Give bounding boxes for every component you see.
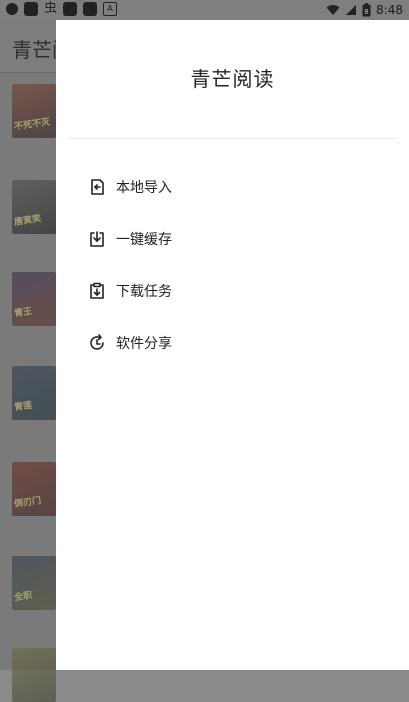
menu-item-local-import[interactable]: 本地导入 <box>56 161 409 213</box>
book-cover-title: 不死不灭 <box>13 117 51 133</box>
signal-icon <box>346 5 357 15</box>
status-bar: 虫 A 8 8:48 <box>0 0 409 20</box>
drawer-title: 青芒阅读 <box>190 66 275 91</box>
import-icon <box>86 176 108 198</box>
book-cover-title: 唐寅笑 <box>13 214 42 228</box>
font-badge-icon: A <box>103 2 118 16</box>
app-notification-icon <box>63 2 78 16</box>
drawer-menu: 本地导入 一键缓存 下载任务 软件分享 <box>56 161 409 369</box>
menu-item-label: 本地导入 <box>116 180 172 196</box>
menu-item-share-app[interactable]: 软件分享 <box>56 317 409 369</box>
shield-icon <box>6 3 18 15</box>
book-cover-title: 青莲 <box>13 400 33 414</box>
menu-item-label: 下载任务 <box>116 284 172 300</box>
book-cover-title: 全职 <box>13 590 33 604</box>
book-cover: 全职 <box>12 556 56 610</box>
book-cover <box>12 648 56 702</box>
book-cover-title: 青王 <box>13 306 33 320</box>
battery-icon: 8 <box>362 3 371 17</box>
book-cover: 不死不灭 <box>12 84 56 138</box>
menu-item-one-click-cache[interactable]: 一键缓存 <box>56 213 409 265</box>
app-notification-icon <box>24 2 38 16</box>
wifi-icon <box>326 5 340 15</box>
bug-icon: 虫 <box>44 1 58 16</box>
status-time: 8:48 <box>376 3 403 17</box>
download-icon <box>86 280 108 302</box>
book-cover-title: 倒刃门 <box>13 496 42 510</box>
menu-item-download-tasks[interactable]: 下载任务 <box>56 265 409 317</box>
app-notification-icon <box>83 2 98 16</box>
navigation-drawer: 青芒阅读 本地导入 一键缓存 下载任务 软件分享 <box>56 20 409 670</box>
share-icon <box>86 332 108 354</box>
book-cover: 青王 <box>12 272 56 326</box>
book-cover: 倒刃门 <box>12 462 56 516</box>
menu-item-label: 软件分享 <box>116 336 172 352</box>
menu-item-label: 一键缓存 <box>116 232 172 248</box>
svg-text:8: 8 <box>364 8 368 16</box>
book-cover: 青莲 <box>12 366 56 420</box>
cache-icon <box>86 228 108 250</box>
book-cover: 唐寅笑 <box>12 180 56 234</box>
drawer-header: 青芒阅读 <box>68 20 397 139</box>
